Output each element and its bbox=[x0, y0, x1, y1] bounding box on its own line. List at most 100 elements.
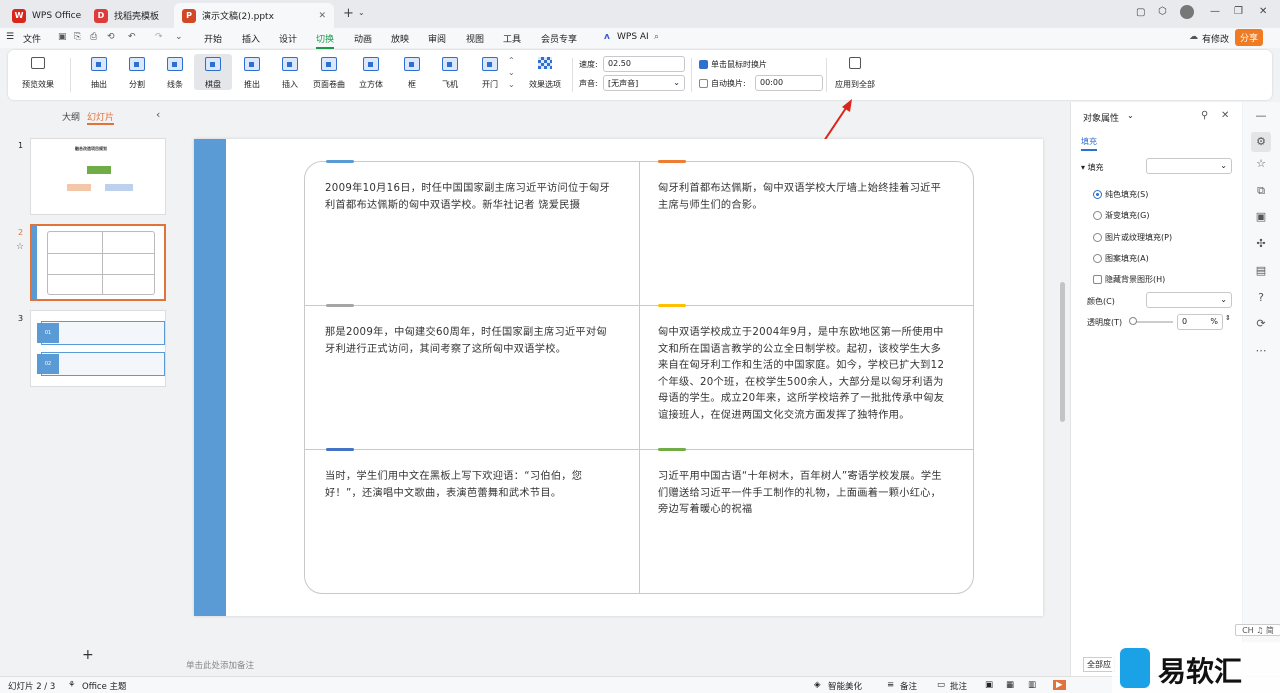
tab-wps-office[interactable]: W WPS Office bbox=[4, 3, 89, 28]
cell-text[interactable]: 那是2009年，中匈建交60周年，时任国家副主席习近平对匈牙利进行正式访问，其间… bbox=[325, 325, 615, 358]
gallery-up-icon[interactable]: ⌃ bbox=[508, 56, 515, 65]
fill-option-gradient[interactable]: 渐变填充(G) bbox=[1093, 210, 1149, 221]
effect-button[interactable]: 飞机 bbox=[431, 54, 469, 90]
fill-option-pattern[interactable]: 图案填充(A) bbox=[1093, 253, 1149, 264]
menu-review[interactable]: 审阅 bbox=[428, 32, 446, 45]
tab-presentation[interactable]: P 演示文稿(2).pptx ✕ bbox=[174, 3, 334, 28]
sound-select[interactable]: [无声音] ⌄ bbox=[603, 75, 685, 91]
notes-area[interactable]: 单击此处添加备注 bbox=[178, 655, 1070, 676]
avatar[interactable] bbox=[1180, 5, 1194, 19]
cell-text[interactable]: 习近平用中国古语“十年树木，百年树人”寄语学校发展。学生们赠送给习近平一件手工制… bbox=[658, 469, 948, 519]
tools-icon[interactable]: ✣ bbox=[1255, 238, 1267, 250]
play-icon[interactable]: ▶ bbox=[1053, 680, 1066, 690]
effect-button[interactable]: 立方体 bbox=[352, 54, 390, 90]
tab-outline[interactable]: 大纲 bbox=[62, 110, 80, 123]
hamburger-icon[interactable]: ☰ bbox=[6, 32, 14, 42]
slider-handle[interactable] bbox=[1129, 317, 1137, 325]
tab-dropdown-icon[interactable]: ⌄ bbox=[358, 8, 365, 17]
menu-tools[interactable]: 工具 bbox=[503, 32, 521, 45]
cell-text[interactable]: 2009年10月16日，时任中国国家副主席习近平访问位于匈牙利首都布达佩斯的匈中… bbox=[325, 181, 615, 214]
menu-wps-ai[interactable]: WPS AI bbox=[617, 32, 649, 42]
search-icon[interactable]: ⌕ bbox=[654, 32, 659, 42]
has-edit-label[interactable]: 有修改 bbox=[1202, 32, 1229, 45]
effect-button[interactable]: 开门 bbox=[471, 54, 509, 90]
preview-effect-button[interactable]: 预览效果 bbox=[14, 54, 62, 90]
slide-canvas[interactable]: 2009年10月16日，时任中国国家副主席习近平访问位于匈牙利首都布达佩斯的匈中… bbox=[194, 139, 1043, 616]
cell-text[interactable]: 匈中双语学校成立于2004年9月，是中东欧地区第一所使用中文和所在国语言教学的公… bbox=[658, 325, 948, 424]
slide-thumbnail-1[interactable]: 融合改造项目规划 bbox=[30, 138, 166, 215]
comments-button[interactable]: 批注 bbox=[950, 680, 967, 692]
menu-slideshow[interactable]: 放映 bbox=[391, 32, 409, 45]
more-chevron-icon[interactable]: ⌄ bbox=[175, 32, 183, 42]
effect-button[interactable]: 插入 bbox=[271, 54, 309, 90]
effect-button[interactable]: 页面卷曲 bbox=[310, 54, 348, 90]
save-icon[interactable]: ▣ bbox=[58, 32, 67, 42]
image-icon[interactable]: ▣ bbox=[1255, 211, 1267, 223]
fill-select[interactable]: ⌄ bbox=[1146, 158, 1232, 174]
transparency-input[interactable]: 0% bbox=[1177, 314, 1223, 330]
undo-icon[interactable]: ↶ bbox=[128, 32, 136, 42]
window-mode-icon[interactable]: ▢ bbox=[1136, 7, 1145, 18]
share-button[interactable]: 分享 bbox=[1235, 29, 1264, 46]
book-icon[interactable]: ▤ bbox=[1255, 265, 1267, 277]
tab-fill[interactable]: 填充 bbox=[1081, 136, 1097, 151]
vertical-scrollbar[interactable] bbox=[1060, 282, 1065, 422]
close-tab-icon[interactable]: ✕ bbox=[318, 11, 326, 21]
cell-text[interactable]: 匈牙利首都布达佩斯，匈中双语学校大厅墙上始终挂着习近平主席与师生们的合影。 bbox=[658, 181, 948, 214]
speed-input[interactable]: 02.50 bbox=[603, 56, 685, 72]
effect-button[interactable]: 抽出 bbox=[80, 54, 118, 90]
slide-thumbnail-3[interactable]: 01 02 bbox=[30, 310, 166, 387]
apply-all-button[interactable]: 应用到全部 bbox=[832, 54, 878, 90]
auto-switch-checkbox[interactable]: 自动换片: bbox=[699, 78, 746, 89]
print-icon[interactable]: ⎙ bbox=[90, 32, 97, 42]
copy-icon[interactable]: ⧉ bbox=[1255, 185, 1267, 197]
hide-bg-checkbox[interactable]: 隐藏背景图形(H) bbox=[1093, 274, 1165, 285]
tab-template[interactable]: D 找稻壳模板 bbox=[86, 3, 167, 28]
star-icon[interactable]: ☆ bbox=[16, 242, 24, 252]
effect-button[interactable]: 推出 bbox=[233, 54, 271, 90]
minus-icon[interactable]: — bbox=[1255, 110, 1267, 122]
cube-icon[interactable]: ⬡ bbox=[1158, 6, 1167, 17]
click-switch-checkbox[interactable]: 单击鼠标时换片 bbox=[699, 59, 767, 70]
star-icon[interactable]: ☆ bbox=[1255, 158, 1267, 170]
menu-start[interactable]: 开始 bbox=[204, 32, 222, 45]
minimize-icon[interactable]: — bbox=[1210, 6, 1220, 17]
menu-file[interactable]: 文件 bbox=[23, 32, 41, 45]
spinner-icon[interactable]: ⇕ bbox=[1225, 314, 1231, 322]
effect-button[interactable]: 棋盘 bbox=[194, 54, 232, 90]
menu-view[interactable]: 视图 bbox=[466, 32, 484, 45]
new-tab-icon[interactable]: + bbox=[343, 6, 354, 21]
theme-label[interactable]: Office 主题 bbox=[82, 680, 127, 692]
close-window-icon[interactable]: ✕ bbox=[1259, 6, 1267, 17]
maximize-icon[interactable]: ❐ bbox=[1234, 6, 1243, 17]
reading-view-icon[interactable]: ▥ bbox=[1028, 680, 1036, 690]
fill-section[interactable]: ▾ 填充 bbox=[1081, 162, 1104, 173]
menu-design[interactable]: 设计 bbox=[279, 32, 297, 45]
effect-button[interactable]: 框 bbox=[393, 54, 431, 90]
smart-beautify-button[interactable]: 智能美化 bbox=[828, 680, 862, 692]
help-icon[interactable]: ? bbox=[1255, 292, 1267, 304]
menu-transition[interactable]: 切换 bbox=[316, 32, 335, 49]
effect-button[interactable]: 线条 bbox=[156, 54, 194, 90]
add-slide-icon[interactable]: + bbox=[82, 647, 94, 663]
close-panel-icon[interactable]: ✕ bbox=[1221, 110, 1229, 121]
slide-thumbnail-2[interactable] bbox=[30, 224, 166, 301]
fill-option-solid[interactable]: 纯色填充(S) bbox=[1093, 189, 1148, 200]
ime-indicator[interactable]: CH ♫ 简 bbox=[1235, 624, 1280, 636]
menu-insert[interactable]: 插入 bbox=[242, 32, 260, 45]
notes-button[interactable]: 备注 bbox=[900, 680, 917, 692]
sorter-view-icon[interactable]: ▦ bbox=[1006, 680, 1014, 690]
share-icon[interactable]: ⟳ bbox=[1255, 318, 1267, 330]
more-icon[interactable]: ⋯ bbox=[1255, 345, 1267, 357]
effect-options-button[interactable]: 效果选项 bbox=[520, 54, 570, 90]
transparency-slider[interactable] bbox=[1131, 321, 1173, 323]
apply-all-short-button[interactable]: 全部应 bbox=[1083, 657, 1115, 672]
tab-slides[interactable]: 幻灯片 bbox=[87, 110, 115, 125]
chevron-down-icon[interactable]: ⌄ bbox=[1127, 111, 1134, 120]
export-icon[interactable]: ⎘ bbox=[74, 32, 81, 42]
gallery-down-icon[interactable]: ⌄ bbox=[508, 68, 515, 77]
color-select[interactable]: ⌄ bbox=[1146, 292, 1232, 308]
menu-member[interactable]: 会员专享 bbox=[541, 32, 577, 45]
cell-text[interactable]: 当时，学生们用中文在黑板上写下欢迎语：“习伯伯，您好！”，还演唱中文歌曲，表演芭… bbox=[325, 469, 615, 502]
properties-icon[interactable]: ⚙ bbox=[1251, 132, 1271, 152]
